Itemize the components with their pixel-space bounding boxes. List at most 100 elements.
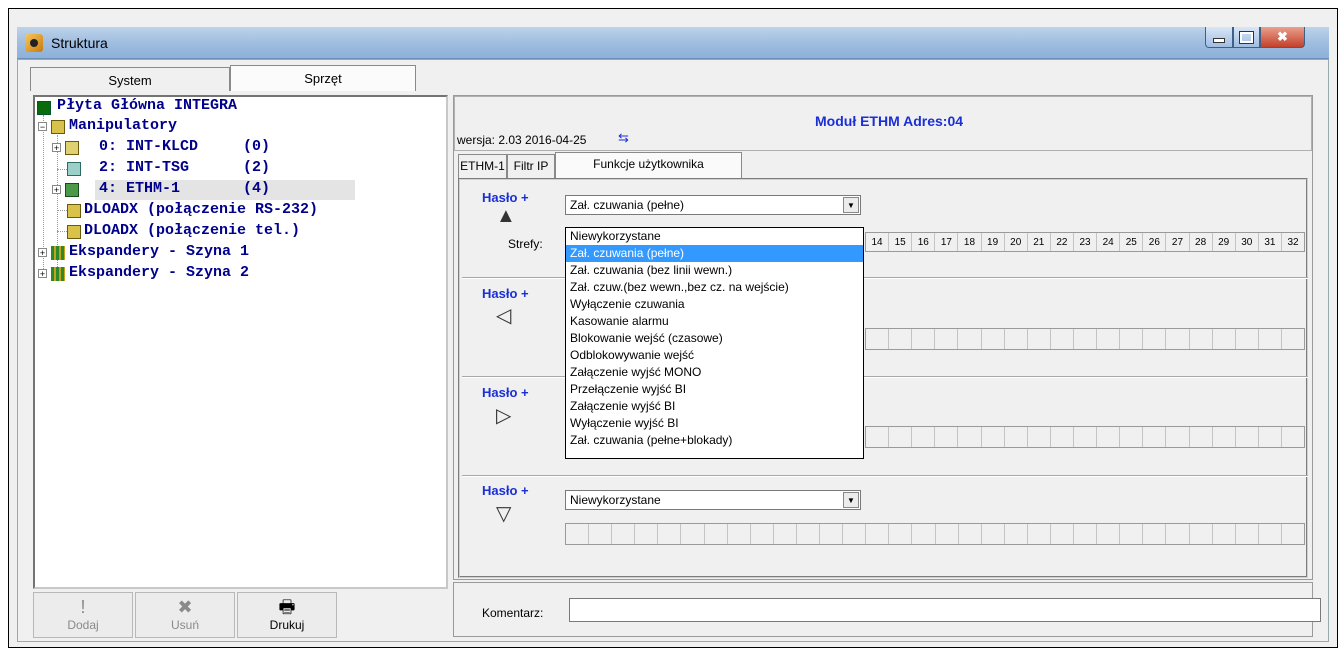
function-select-down-value: Niewykorzystane (570, 493, 661, 507)
zone-cell[interactable]: 25 (1120, 233, 1144, 251)
expand-szyna2-icon[interactable]: + (38, 269, 47, 279)
dropdown-option[interactable]: Wyłączenie wyjść BI (566, 415, 863, 432)
dropdown-option[interactable]: Przełączenie wyjść BI (566, 381, 863, 398)
comment-label: Komentarz: (482, 606, 544, 620)
zone-cell[interactable]: 16 (912, 233, 936, 251)
touchscreen-icon (67, 162, 81, 176)
zones-grid[interactable] (865, 328, 1305, 350)
dropdown-option[interactable]: Załączenie wyjść BI (566, 398, 863, 415)
structure-tree[interactable]: Płyta Główna INTEGRA − Manipulatory + 0:… (33, 95, 448, 589)
arrow-up-icon: ▲ (496, 205, 516, 227)
add-button[interactable]: ! Dodaj (33, 592, 133, 638)
board-icon (37, 101, 51, 115)
function-select-down[interactable]: Niewykorzystane ▼ (565, 490, 861, 510)
keypad-icon (65, 141, 79, 155)
print-button[interactable]: 🖶 Drukuj (237, 592, 337, 638)
app-icon (25, 34, 43, 52)
function-dropdown-list[interactable]: Niewykorzystane Zał. czuwania (pełne) Zał.… (565, 227, 864, 459)
tree-toolbar: ! Dodaj ✖ Usuń 🖶 Drukuj (33, 590, 448, 640)
zone-cell[interactable]: 29 (1213, 233, 1236, 251)
add-label: Dodaj (67, 618, 99, 632)
title-bar: Struktura ✖ (17, 27, 1329, 59)
module-header: Moduł ETHM Adres:04 wersja: 2.03 2016-04… (454, 96, 1312, 151)
zones-grid[interactable]: 14 15 16 17 18 19 20 21 22 23 24 25 26 27 28 29 30 31 32 (865, 232, 1305, 252)
zone-cell[interactable]: 21 (1028, 233, 1051, 251)
zone-cell[interactable]: 15 (889, 233, 913, 251)
zone-cell[interactable]: 22 (1051, 233, 1074, 251)
zone-cell[interactable]: 30 (1236, 233, 1259, 251)
keypad-group-icon (51, 120, 65, 134)
arrow-left-icon: ◁ (496, 305, 512, 327)
function-select-up-value: Zał. czuwania (pełne) (570, 198, 685, 212)
tree-root[interactable]: Płyta Główna INTEGRA (57, 97, 237, 114)
dropdown-option[interactable]: Blokowanie wejść (czasowe) (566, 330, 863, 347)
haslo-label: Hasło + (482, 385, 529, 400)
chevron-down-icon[interactable]: ▼ (843, 492, 859, 508)
tree-item-szyna1[interactable]: Ekspandery - Szyna 1 (69, 243, 249, 260)
maximize-button[interactable] (1233, 27, 1260, 48)
dropdown-option[interactable]: Zał. czuw.(bez wewn.,bez cz. na wejście) (566, 279, 863, 296)
tab-sprzet[interactable]: Sprzęt (230, 65, 416, 91)
zone-cell[interactable]: 26 (1143, 233, 1167, 251)
dropdown-option[interactable]: Kasowanie alarmu (566, 313, 863, 330)
zones-grid[interactable] (565, 523, 1305, 545)
module-title: Moduł ETHM Adres:04 (815, 113, 964, 129)
separator (462, 475, 1308, 477)
dropdown-option[interactable]: Zał. czuwania (pełne+blokady) (566, 432, 863, 449)
zone-cell[interactable]: 18 (958, 233, 982, 251)
tree-item-dloadx-tel[interactable]: DLOADX (połączenie tel.) (84, 222, 300, 239)
chevron-down-icon[interactable]: ▼ (843, 197, 859, 213)
zone-cell[interactable]: 20 (1005, 233, 1028, 251)
dropdown-option[interactable]: Wyłączenie czuwania (566, 296, 863, 313)
tab-ethm-1[interactable]: ETHM-1 (458, 154, 507, 178)
zone-cell[interactable]: 19 (982, 233, 1005, 251)
comment-input[interactable] (569, 598, 1321, 622)
zone-cell[interactable]: 32 (1282, 233, 1304, 251)
minimize-icon (1213, 38, 1225, 43)
printer-icon: 🖶 (278, 597, 296, 617)
zone-cell[interactable]: 17 (935, 233, 959, 251)
dropdown-option[interactable]: Niewykorzystane (566, 228, 863, 245)
window-title: Struktura (51, 35, 108, 51)
version-label: wersja: 2.03 2016-04-25 (457, 133, 587, 147)
arrow-right-icon: ▷ (496, 405, 512, 427)
function-select-up[interactable]: Zał. czuwania (pełne) ▼ (565, 195, 861, 215)
tree-item-szyna2[interactable]: Ekspandery - Szyna 2 (69, 264, 249, 281)
expand-szyna1-icon[interactable]: + (38, 248, 47, 258)
dloadx-tel-icon (67, 225, 81, 239)
dropdown-option[interactable]: Załączenie wyjść MONO (566, 364, 863, 381)
zone-cell[interactable]: 31 (1259, 233, 1282, 251)
tab-system[interactable]: System (30, 67, 230, 91)
close-button[interactable]: ✖ (1260, 27, 1305, 48)
zones-grid[interactable] (865, 426, 1305, 448)
dropdown-option[interactable]: Odblokowywanie wejść (566, 347, 863, 364)
zone-cell[interactable]: 14 (866, 233, 890, 251)
tree-item-dloadx-rs[interactable]: DLOADX (połączenie RS-232) (84, 201, 318, 218)
print-label: Drukuj (269, 618, 305, 632)
tab-filtr-ip[interactable]: Filtr IP (507, 154, 555, 178)
tree-item-int-klcd[interactable]: 0: INT-KLCD (0) (99, 138, 270, 155)
dropdown-option[interactable]: Zał. czuwania (pełne) (566, 245, 863, 262)
collapse-manipulatory-icon[interactable]: − (38, 122, 47, 132)
expand-int-klcd-icon[interactable]: + (52, 143, 61, 153)
zone-cell[interactable]: 23 (1074, 233, 1098, 251)
zone-cell[interactable]: 24 (1097, 233, 1121, 251)
comment-section: Komentarz: (453, 582, 1321, 637)
arrow-down-icon: ▽ (496, 503, 512, 525)
tree-item-ethm[interactable]: 4: ETHM-1 (4) (99, 180, 270, 197)
remove-button[interactable]: ✖ Usuń (135, 592, 235, 638)
tree-manipulatory[interactable]: Manipulatory (69, 117, 177, 134)
remove-icon: ✖ (177, 597, 193, 617)
haslo-label: Hasło + (482, 190, 529, 205)
dropdown-option[interactable]: Zał. czuwania (bez linii wewn.) (566, 262, 863, 279)
tab-funkcje-uzytkownika[interactable]: Funkcje użytkownika (555, 152, 742, 178)
expander-icon (51, 267, 65, 281)
expand-ethm-icon[interactable]: + (52, 185, 61, 195)
minimize-button[interactable] (1205, 27, 1233, 48)
zone-cell[interactable]: 28 (1190, 233, 1213, 251)
zone-cell[interactable]: 27 (1166, 233, 1190, 251)
expander-icon (51, 246, 65, 260)
refresh-icon[interactable]: ⇆ (618, 130, 629, 146)
tree-item-int-tsg[interactable]: 2: INT-TSG (2) (99, 159, 270, 176)
dloadx-rs-icon (67, 204, 81, 218)
